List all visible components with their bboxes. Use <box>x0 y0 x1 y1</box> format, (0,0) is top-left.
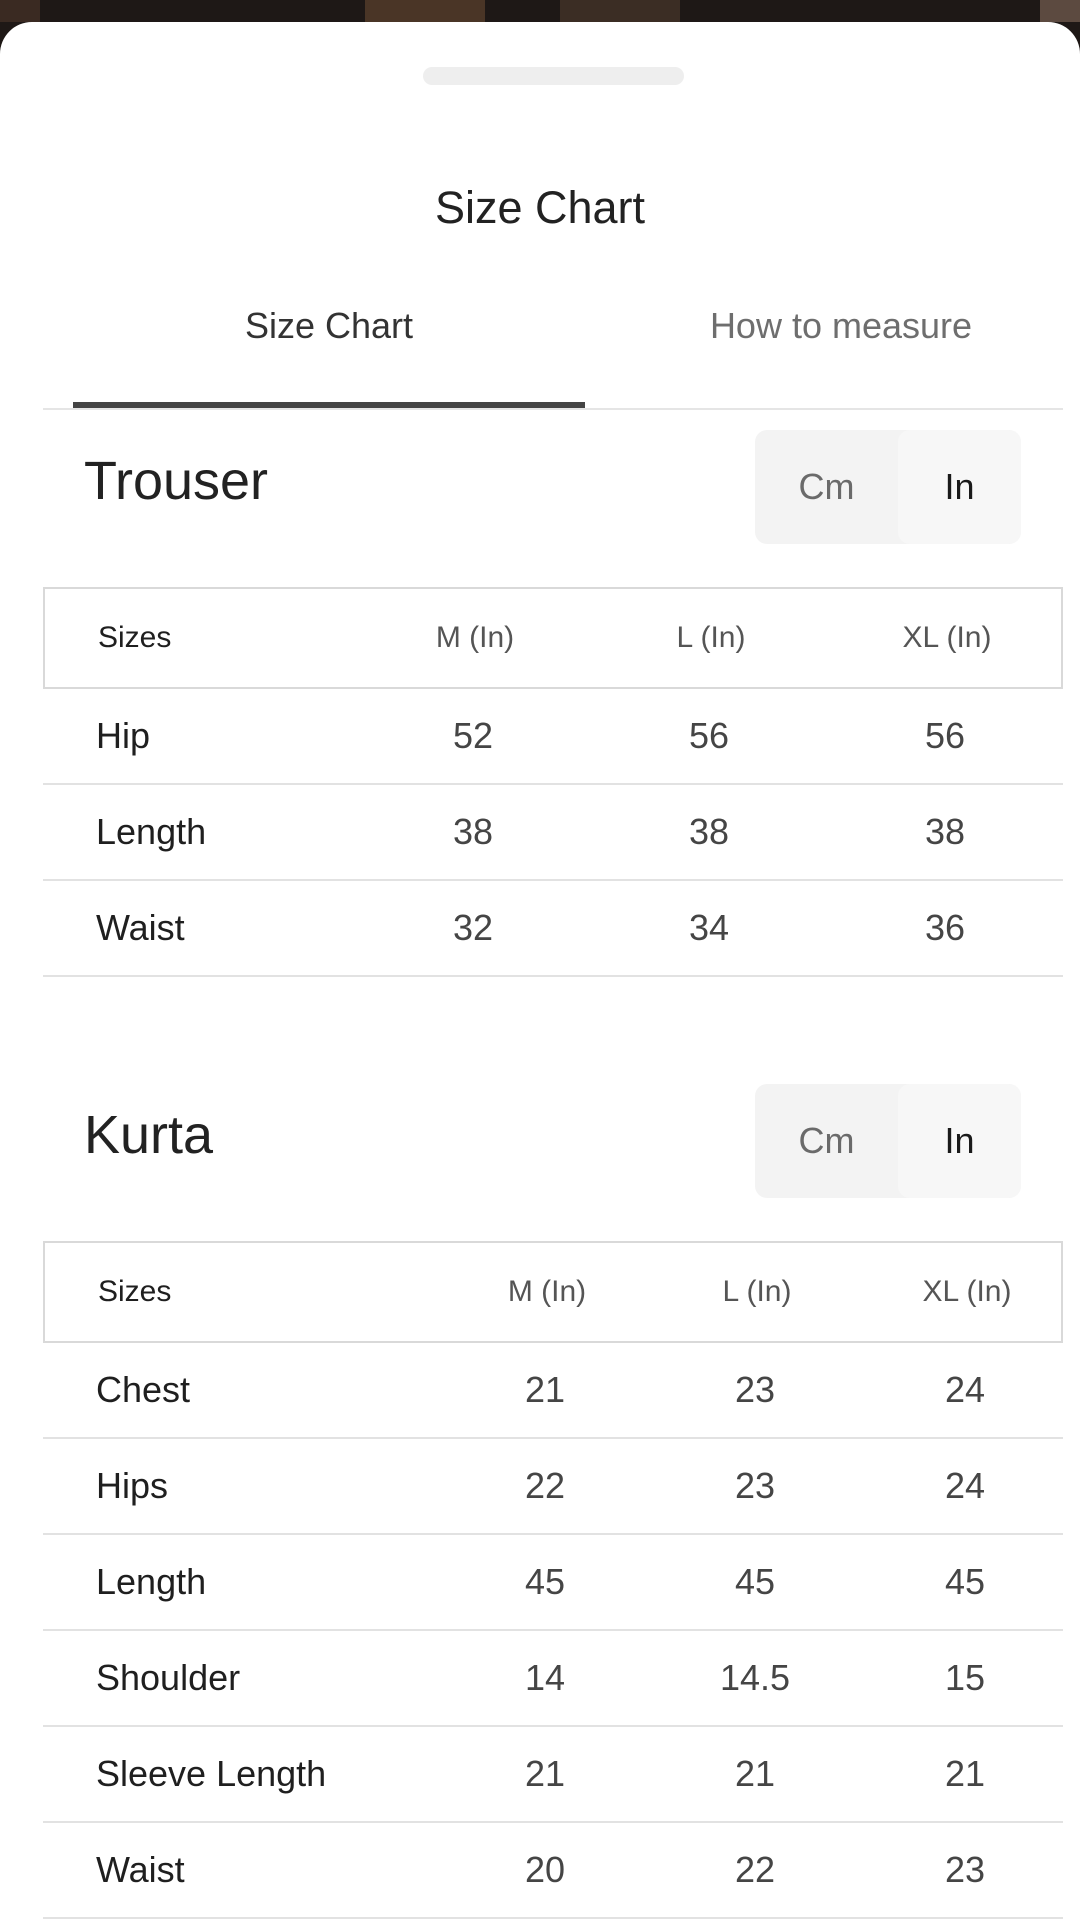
kurta-section-title: Kurta <box>84 1105 214 1165</box>
value-xl: 38 <box>924 811 966 852</box>
trouser-unit-cm-button[interactable]: Cm <box>755 430 898 544</box>
trouser-unit-in-button[interactable]: In <box>898 430 1021 544</box>
active-tab-indicator <box>73 402 585 408</box>
row-label: Length <box>96 1561 207 1602</box>
header-l: L (In) <box>722 1275 792 1308</box>
tab-bar: Size Chart How to measure <box>43 290 1063 410</box>
value-xl: 21 <box>944 1753 986 1794</box>
table-row: Waist 20 22 23 <box>43 1823 1063 1919</box>
value-l: 56 <box>688 715 730 756</box>
row-label: Waist <box>96 1849 185 1890</box>
value-m: 20 <box>524 1849 566 1890</box>
trouser-section-title: Trouser <box>84 451 269 511</box>
trouser-unit-toggle: Cm In <box>755 430 1021 544</box>
kurta-unit-toggle: Cm In <box>755 1084 1021 1198</box>
value-l: 45 <box>734 1561 776 1602</box>
table-header-row: Sizes M (In) L (In) XL (In) <box>43 1241 1063 1343</box>
table-row: Hip 52 56 56 <box>43 689 1063 785</box>
header-m: M (In) <box>507 1275 587 1308</box>
value-xl: 24 <box>944 1465 986 1506</box>
row-label: Waist <box>96 907 185 948</box>
sheet-title: Size Chart <box>434 182 646 233</box>
header-xl: XL (In) <box>922 1275 1012 1308</box>
value-xl: 56 <box>924 715 966 756</box>
kurta-unit-cm-button[interactable]: Cm <box>755 1084 898 1198</box>
value-m: 21 <box>524 1753 566 1794</box>
value-m: 52 <box>452 715 494 756</box>
tab-how-to-measure[interactable]: How to measure <box>586 290 1080 362</box>
value-l: 21 <box>734 1753 776 1794</box>
row-label: Sleeve Length <box>96 1753 327 1794</box>
value-m: 38 <box>452 811 494 852</box>
header-l: L (In) <box>676 621 746 654</box>
row-label: Hips <box>96 1465 169 1506</box>
value-m: 45 <box>524 1561 566 1602</box>
value-xl: 23 <box>944 1849 986 1890</box>
value-l: 14.5 <box>719 1657 791 1698</box>
kurta-size-table: Sizes M (In) L (In) XL (In) Chest 21 23 … <box>43 1241 1063 1919</box>
header-xl: XL (In) <box>902 621 992 654</box>
value-xl: 36 <box>924 907 966 948</box>
table-row: Waist 32 34 36 <box>43 881 1063 977</box>
value-l: 23 <box>734 1465 776 1506</box>
value-l: 34 <box>688 907 730 948</box>
value-m: 21 <box>524 1369 566 1410</box>
drag-handle[interactable] <box>423 67 684 85</box>
value-xl: 45 <box>944 1561 986 1602</box>
table-row: Chest 21 23 24 <box>43 1343 1063 1439</box>
header-sizes: Sizes <box>98 1275 172 1308</box>
table-row: Hips 22 23 24 <box>43 1439 1063 1535</box>
value-l: 23 <box>734 1369 776 1410</box>
value-l: 22 <box>734 1849 776 1890</box>
row-label: Shoulder <box>96 1657 241 1698</box>
trouser-size-table: Sizes M (In) L (In) XL (In) Hip 52 56 56… <box>43 587 1063 977</box>
row-label: Chest <box>96 1369 191 1410</box>
tab-size-chart[interactable]: Size Chart <box>73 290 585 362</box>
value-m: 22 <box>524 1465 566 1506</box>
value-m: 14 <box>524 1657 566 1698</box>
table-row: Length 38 38 38 <box>43 785 1063 881</box>
value-l: 38 <box>688 811 730 852</box>
value-xl: 24 <box>944 1369 986 1410</box>
header-sizes: Sizes <box>98 621 172 654</box>
table-row: Length 45 45 45 <box>43 1535 1063 1631</box>
value-m: 32 <box>452 907 494 948</box>
row-label: Length <box>96 811 207 852</box>
table-row: Sleeve Length 21 21 21 <box>43 1727 1063 1823</box>
size-chart-sheet: Size Chart Size Chart How to measure Tro… <box>0 22 1080 1920</box>
table-header-row: Sizes M (In) L (In) XL (In) <box>43 587 1063 689</box>
table-row: Shoulder 14 14.5 15 <box>43 1631 1063 1727</box>
row-label: Hip <box>96 715 151 756</box>
kurta-unit-in-button[interactable]: In <box>898 1084 1021 1198</box>
value-xl: 15 <box>944 1657 986 1698</box>
header-m: M (In) <box>435 621 515 654</box>
